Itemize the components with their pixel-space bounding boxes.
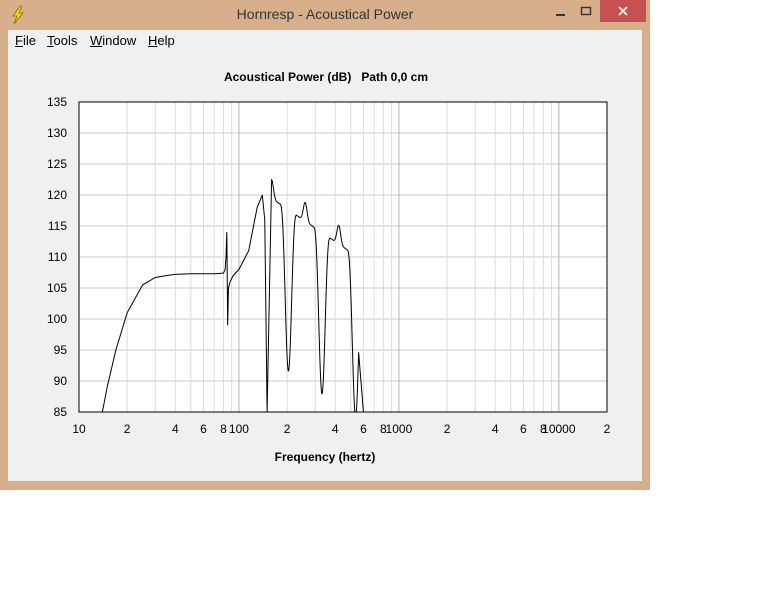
x-tick-label: 10000 <box>542 422 576 436</box>
grid <box>78 101 608 413</box>
maximize-button[interactable] <box>575 0 597 22</box>
x-tick-label: 4 <box>332 422 339 436</box>
x-tick-label: 10 <box>72 422 86 436</box>
y-tick-label: 90 <box>54 374 68 388</box>
y-tick-label: 95 <box>54 343 68 357</box>
y-tick-label: 120 <box>47 188 67 202</box>
x-tick-label: 100 <box>229 422 249 436</box>
title-bar[interactable]: Hornresp - Acoustical Power <box>0 0 650 30</box>
app-window: Hornresp - Acoustical Power File Tools W… <box>0 0 650 490</box>
x-tick-label: 8 <box>220 422 227 436</box>
chart-title: Acoustical Power (dB) Path 0,0 cm <box>224 70 428 84</box>
y-tick-label: 85 <box>54 405 68 419</box>
y-tick-label: 110 <box>48 250 67 264</box>
x-tick-label: 4 <box>492 422 499 436</box>
minimize-button[interactable] <box>550 0 572 22</box>
x-axis-label: Frequency (hertz) <box>275 450 376 464</box>
y-tick-label: 100 <box>47 312 67 326</box>
y-tick-label: 135 <box>47 95 67 109</box>
y-tick-labels: 135 130 125 120 115 110 105 100 95 90 85 <box>47 95 67 419</box>
x-tick-label: 2 <box>124 422 131 436</box>
client-area: File Tools Window Help Acoustical Power … <box>8 30 642 481</box>
acoustical-power-chart: Acoustical Power (dB) Path 0,0 cm 135 130… <box>47 70 611 464</box>
x-tick-label: 2 <box>604 422 611 436</box>
x-tick-label: 2 <box>284 422 291 436</box>
maximize-icon <box>580 6 592 16</box>
y-tick-label: 130 <box>47 126 67 140</box>
y-tick-label: 125 <box>47 157 67 171</box>
close-button[interactable] <box>600 0 646 22</box>
x-tick-label: 6 <box>200 422 207 436</box>
x-tick-labels: 10 2 4 6 8 100 2 4 6 81000 2 4 6 810000 2 <box>72 422 610 436</box>
y-tick-label: 115 <box>48 219 67 233</box>
x-tick-label: 4 <box>172 422 179 436</box>
x-tick-label: 1000 <box>386 422 413 436</box>
y-tick-label: 105 <box>47 281 67 295</box>
x-tick-label: 6 <box>360 422 367 436</box>
minimize-icon <box>556 14 565 16</box>
close-icon <box>618 6 628 16</box>
x-tick-label: 6 <box>520 422 527 436</box>
x-tick-label: 2 <box>444 422 451 436</box>
